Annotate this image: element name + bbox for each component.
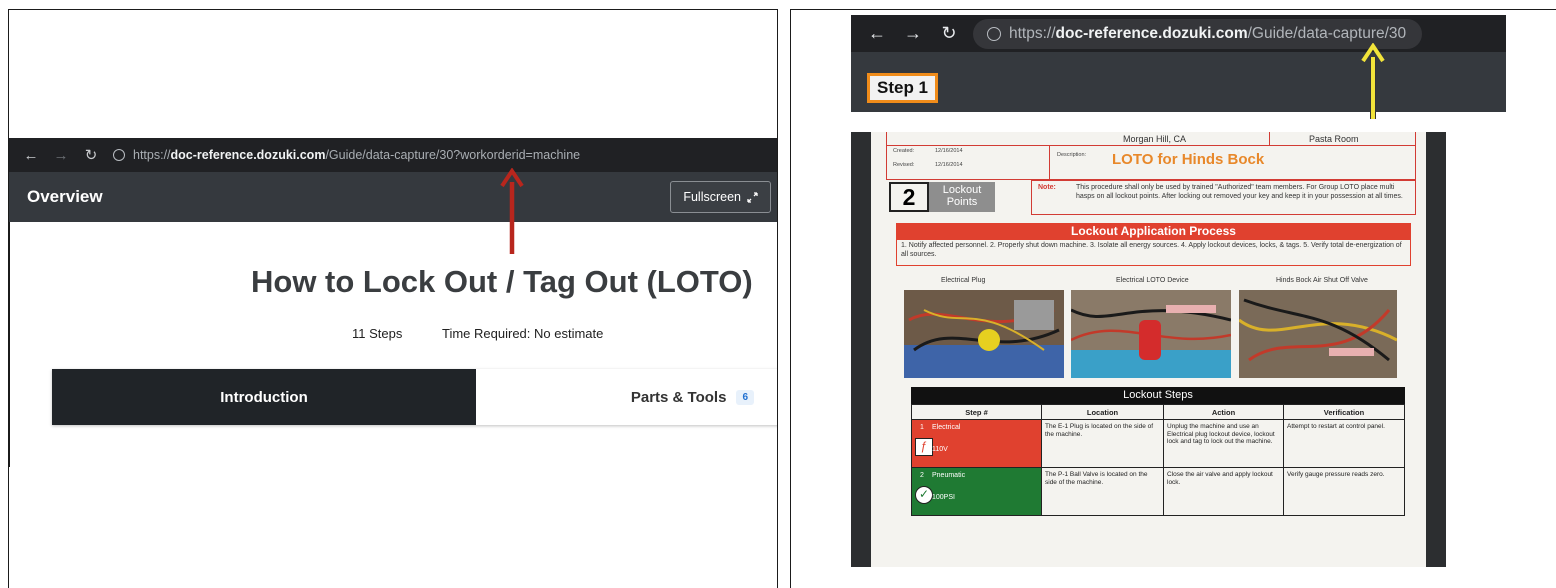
photo-caption: Electrical LOTO Device <box>1116 277 1189 284</box>
air-shut-off-valve-photo <box>1239 290 1397 378</box>
note-text: This procedure shall only be used by tra… <box>1076 184 1403 200</box>
table-row: 1 Electrical ƒ 110V The E-1 Plug is loca… <box>911 419 1405 468</box>
document-title: LOTO for Hinds Bock <box>1112 151 1265 168</box>
location-cell: The P-1 Ball Valve is located on the sid… <box>1041 467 1164 516</box>
fullscreen-label: Fullscreen <box>683 190 741 204</box>
location-cell: The E-1 Plug is located on the side of t… <box>1041 419 1164 468</box>
document-header: Morgan Hill, CA Pasta Room Created: 12/1… <box>886 132 1416 180</box>
action-cell: Close the air valve and apply lockout lo… <box>1163 467 1284 516</box>
url-scheme: https:// <box>133 148 171 162</box>
guide-tabs: Introduction Parts & Tools 6 <box>52 369 777 425</box>
lightning-icon: ƒ <box>915 438 933 456</box>
back-arrow-icon[interactable]: ← <box>23 147 39 164</box>
column-header: Location <box>1041 404 1164 420</box>
column-header: Verification <box>1283 404 1405 420</box>
tab-label: Parts & Tools <box>630 388 727 406</box>
step-number: 2 <box>920 472 924 479</box>
step-cell-pneumatic: 2 Pneumatic ✓ 100PSI <box>911 467 1042 516</box>
step-count: 11 Steps <box>352 326 403 341</box>
process-title: Lockout Application Process <box>896 223 1411 240</box>
created-date: 12/16/2014 <box>935 148 963 154</box>
note-box: Note: This procedure shall only be used … <box>1031 180 1416 215</box>
document-location: Morgan Hill, CA <box>1123 134 1187 144</box>
time-required: Time Required: No estimate <box>442 326 604 341</box>
site-info-icon[interactable] <box>113 149 125 161</box>
forward-arrow-icon[interactable]: → <box>53 147 69 164</box>
table-header-row: Step # Location Action Verification <box>911 404 1405 420</box>
url-scheme: https:// <box>1009 24 1056 42</box>
electrical-plug-photo <box>904 290 1064 378</box>
browser-window-crop: ← → ↻ https://doc-reference.dozuki.com/G… <box>851 15 1506 112</box>
step-value: 110V <box>932 446 948 453</box>
right-screenshot-panel: ← → ↻ https://doc-reference.dozuki.com/G… <box>790 9 1556 588</box>
step-cell-electrical: 1 Electrical ƒ 110V <box>911 419 1042 468</box>
browser-address-bar: ← → ↻ https://doc-reference.dozuki.com/G… <box>9 138 777 172</box>
loto-procedure-sheet: Morgan Hill, CA Pasta Room Created: 12/1… <box>871 132 1426 567</box>
url-field[interactable]: https://doc-reference.dozuki.com/Guide/d… <box>113 144 580 166</box>
url-path: /Guide/data-capture/30?workorderid=machi… <box>325 148 581 162</box>
site-info-icon[interactable] <box>987 26 1001 41</box>
url-host: doc-reference.dozuki.com <box>170 148 326 162</box>
step-badge: Step 1 <box>867 73 939 103</box>
expand-icon <box>747 191 758 203</box>
url-path: /Guide/data-capture/30 <box>1247 24 1407 42</box>
column-header: Action <box>1163 404 1284 420</box>
guide-overview-content: How to Lock Out / Tag Out (LOTO) 11 Step… <box>9 222 777 467</box>
process-text: 1. Notify affected personnel. 2. Properl… <box>896 240 1411 266</box>
reload-icon[interactable]: ↻ <box>83 147 99 164</box>
revised-label: Revised: <box>893 162 915 168</box>
url-host: doc-reference.dozuki.com <box>1055 24 1248 42</box>
browser-address-bar: ← → ↻ https://doc-reference.dozuki.com/G… <box>851 15 1506 52</box>
action-cell: Unplug the machine and use an Electrical… <box>1163 419 1284 468</box>
forward-arrow-icon[interactable]: → <box>903 23 923 43</box>
overview-header: Overview Fullscreen <box>9 172 777 222</box>
header-title: Overview <box>27 187 103 206</box>
lockout-steps-table: Step # Location Action Verification 1 El… <box>911 404 1405 516</box>
step-kind: Pneumatic <box>932 472 966 479</box>
url-field[interactable]: https://doc-reference.dozuki.com/Guide/d… <box>973 18 1423 49</box>
column-header: Step # <box>911 404 1042 420</box>
tab-parts-and-tools[interactable]: Parts & Tools 6 <box>476 369 777 425</box>
parts-count-badge: 6 <box>736 389 754 405</box>
fullscreen-button[interactable]: Fullscreen <box>670 181 771 213</box>
guide-title: How to Lock Out / Tag Out (LOTO) <box>251 264 753 299</box>
loto-document-photo: Morgan Hill, CA Pasta Room Created: 12/1… <box>851 132 1446 567</box>
revised-date: 12/16/2014 <box>935 162 963 168</box>
red-annotation-arrow <box>500 168 524 254</box>
note-label: Note: <box>1038 184 1056 191</box>
lockout-steps-title: Lockout Steps <box>911 387 1405 404</box>
left-screenshot-panel: ← → ↻ https://doc-reference.dozuki.com/G… <box>8 9 778 588</box>
photo-caption: Hinds Bock Air Shut Off Valve <box>1276 277 1368 284</box>
lockout-points-count: 2 <box>889 182 929 212</box>
lockout-points-label: Lockout Points <box>929 182 995 212</box>
photo-caption: Electrical Plug <box>941 277 986 284</box>
step-kind: Electrical <box>932 424 961 431</box>
document-room: Pasta Room <box>1309 134 1359 144</box>
reload-icon[interactable]: ↻ <box>939 23 959 43</box>
back-arrow-icon[interactable]: ← <box>867 23 887 43</box>
yellow-annotation-arrow <box>1361 43 1385 119</box>
tab-label: Introduction <box>220 388 308 406</box>
gauge-icon: ✓ <box>915 486 933 504</box>
verification-cell: Attempt to restart at control panel. <box>1283 419 1405 468</box>
description-label: Description: <box>1057 152 1087 158</box>
tab-introduction[interactable]: Introduction <box>52 369 476 425</box>
verification-cell: Verify gauge pressure reads zero. <box>1283 467 1405 516</box>
created-label: Created: <box>893 148 915 154</box>
table-row: 2 Pneumatic ✓ 100PSI The P-1 Ball Valve … <box>911 467 1405 516</box>
electrical-loto-device-photo <box>1071 290 1231 378</box>
step-value: 100PSI <box>932 494 955 501</box>
step-number: 1 <box>920 424 924 431</box>
